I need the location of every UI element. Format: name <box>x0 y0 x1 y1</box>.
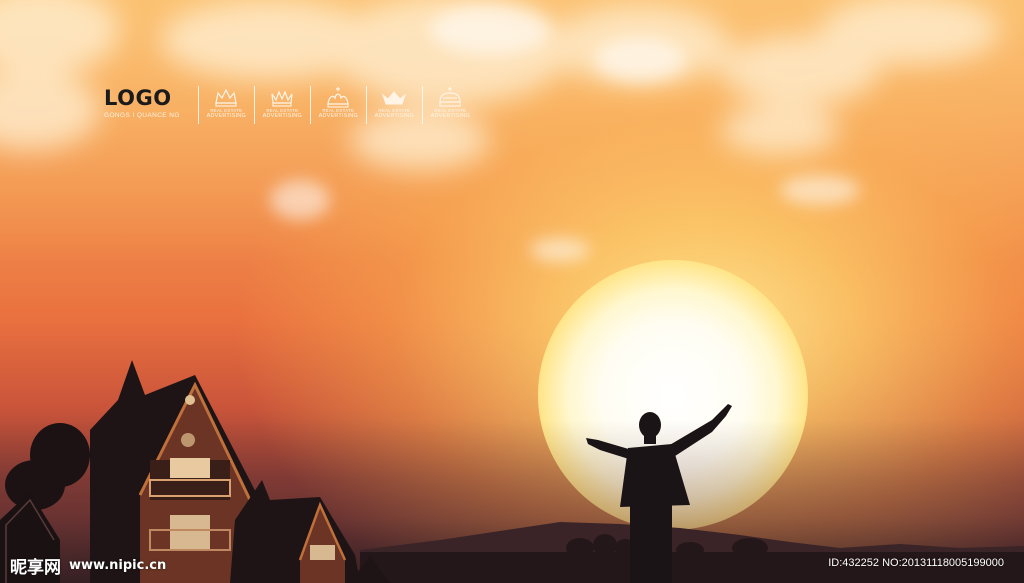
tree <box>5 423 90 510</box>
badge-2: REAL ESTATE ADVERTISING <box>253 86 310 124</box>
watermark-brand: 昵享网 www.nipic.cn <box>10 553 166 578</box>
badge-1: REAL ESTATE ADVERTISING <box>197 86 254 124</box>
crown-icon <box>215 88 238 107</box>
crown-icon <box>439 87 461 107</box>
badge-label: ADVERTISING <box>262 113 302 119</box>
logo: LOGO GONGS I QUANCE NG <box>104 86 180 119</box>
logo-bar: LOGO GONGS I QUANCE NG REAL ESTATE ADVER… <box>104 86 478 124</box>
badge-label: ADVERTISING <box>318 113 358 119</box>
badge-label: ADVERTISING <box>374 113 414 119</box>
logo-subtitle: GONGS I QUANCE NG <box>104 112 180 119</box>
logo-title: LOGO <box>104 86 172 110</box>
badge-label: ADVERTISING <box>206 113 246 119</box>
badge-3: REAL ESTATE ADVERTISING <box>309 86 366 124</box>
crown-icon <box>327 87 349 108</box>
watermark-id: ID:432252 NO:20131118005199000 <box>828 557 1004 569</box>
crown-icon <box>271 90 293 107</box>
watermark-brand-name: 昵享网 <box>10 558 61 578</box>
badge-4: REAL ESTATE ADVERTISING <box>365 86 422 124</box>
watermark-url: www.nipic.cn <box>69 558 167 573</box>
crown-icon <box>382 91 407 105</box>
sunset-poster: LOGO GONGS I QUANCE NG REAL ESTATE ADVER… <box>0 0 1024 583</box>
badge-label: ADVERTISING <box>430 113 470 119</box>
badge-5: REAL ESTATE ADVERTISING <box>421 86 478 124</box>
